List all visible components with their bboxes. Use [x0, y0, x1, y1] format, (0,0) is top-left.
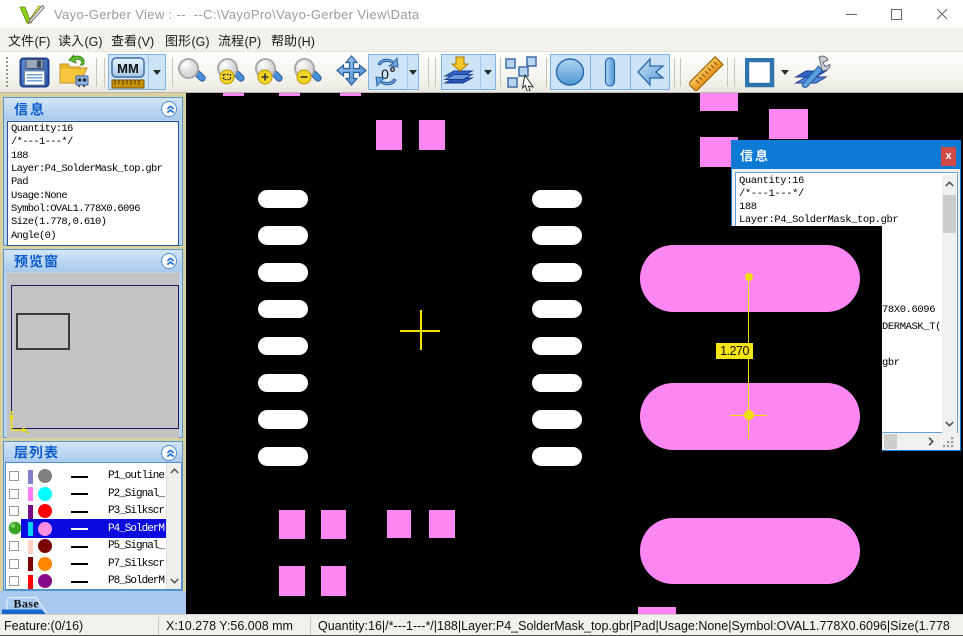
svg-text:MM: MM — [117, 61, 139, 76]
svg-text:Base: Base — [14, 597, 40, 611]
